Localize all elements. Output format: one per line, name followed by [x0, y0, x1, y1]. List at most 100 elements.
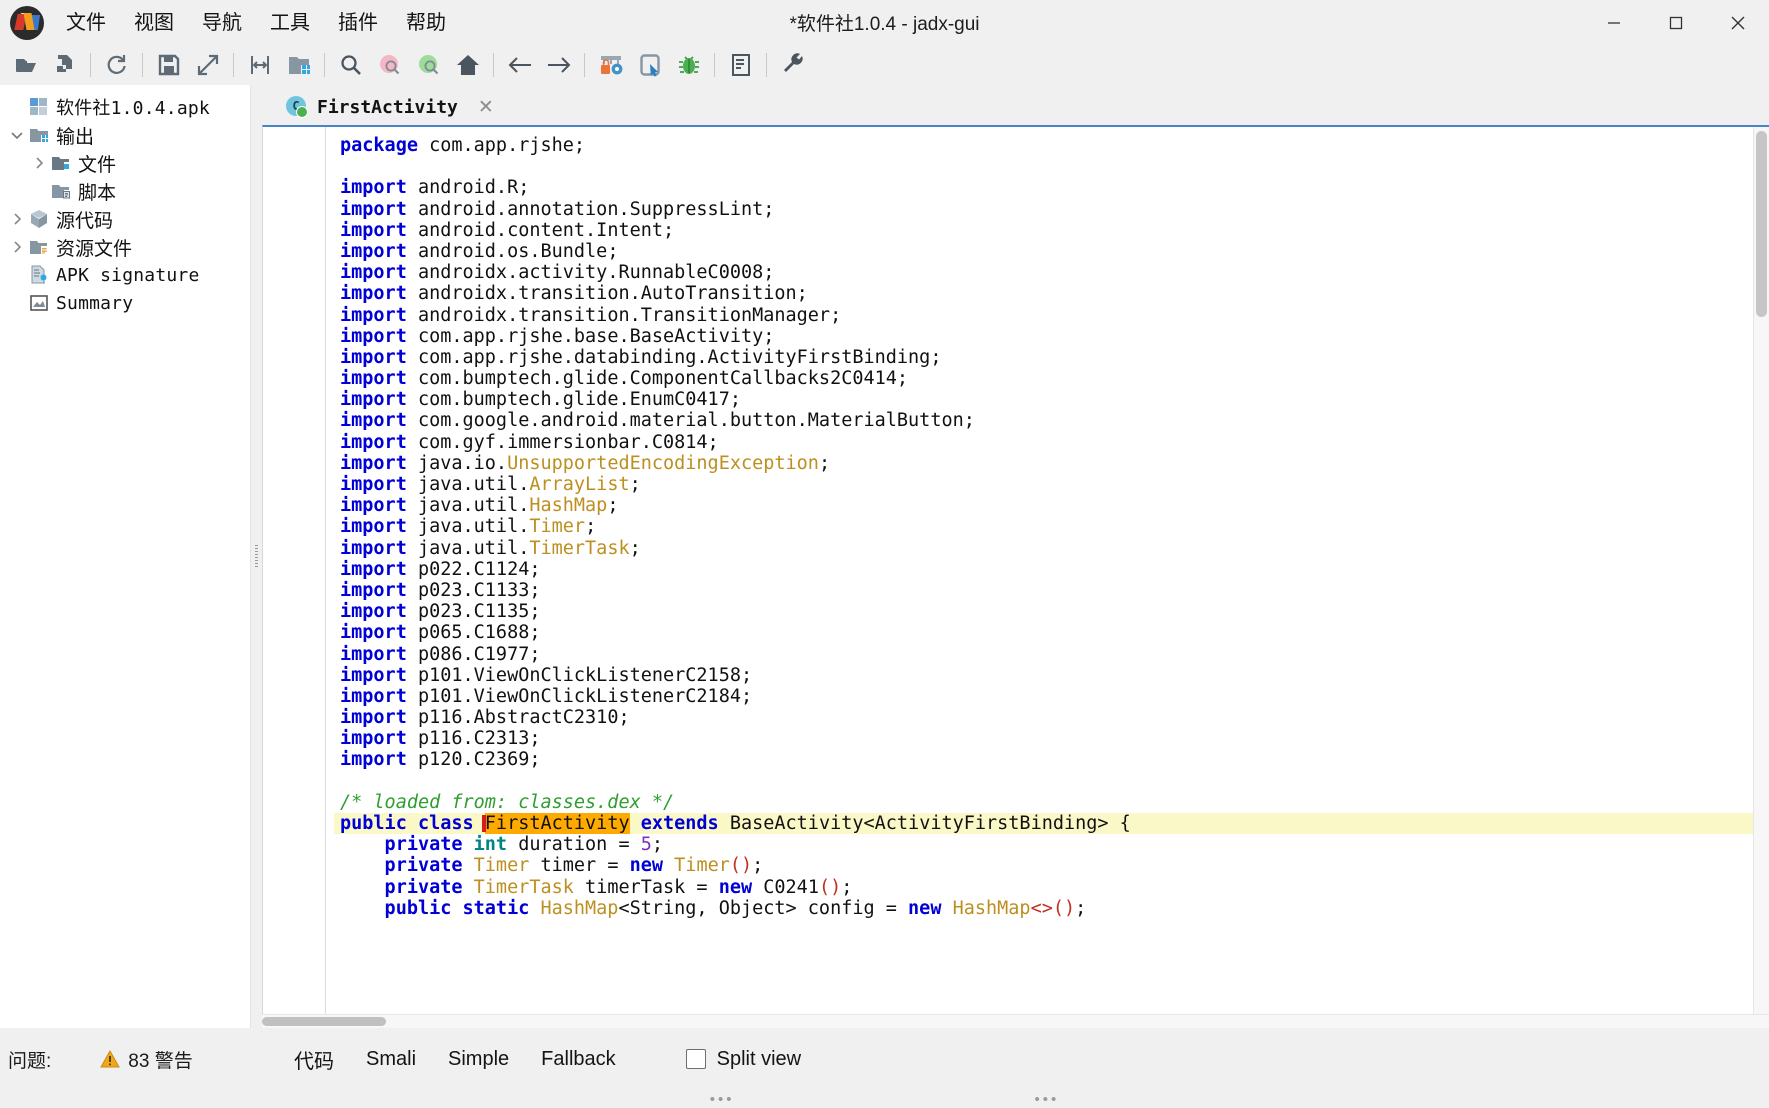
folder-blue-icon[interactable]: [280, 48, 317, 82]
code-token: import: [340, 410, 418, 432]
device-cursor-icon[interactable]: [631, 48, 668, 82]
toolbar-separator: [714, 53, 715, 77]
tab-fallback[interactable]: Fallback: [525, 1042, 631, 1077]
code-token: import: [340, 325, 418, 347]
code-token: HashMap: [529, 495, 608, 517]
menu-view[interactable]: 视图: [120, 9, 188, 37]
export-icon[interactable]: [189, 48, 226, 82]
tree-item-label: 软件社1.0.4.apk: [56, 98, 210, 119]
tree-item-apk-root[interactable]: 软件社1.0.4.apk: [0, 93, 250, 121]
code-token: ;: [818, 452, 831, 474]
code-line: import com.app.rjshe.base.BaseActivity;: [334, 326, 1769, 347]
code-token: ;: [585, 516, 597, 538]
code-line: import p086.C1977;: [334, 644, 1769, 665]
tab-code[interactable]: 代码: [278, 1039, 350, 1080]
code-vertical-scrollbar[interactable]: [1753, 127, 1769, 1014]
scrollbar-thumb-horizontal[interactable]: [262, 1017, 386, 1026]
sidebar-splitter[interactable]: [251, 85, 262, 1028]
code-token: com.bumptech.glide.EnumC0417;: [417, 389, 741, 411]
arrow-left-icon[interactable]: [501, 48, 538, 82]
code-token: p101.ViewOnClickListenerC2158;: [417, 664, 753, 686]
code-token: p023.C1135;: [417, 601, 541, 623]
code-token: private: [340, 876, 474, 898]
code-token: com.bumptech.glide.ComponentCallbacks2C0…: [417, 368, 909, 390]
grip-dots-right: •••: [1034, 1090, 1060, 1108]
chevron-right-icon[interactable]: [6, 211, 28, 227]
chevron-right-icon[interactable]: [6, 239, 28, 255]
editor-tab-firstactivity[interactable]: C FirstActivity ✕: [274, 89, 508, 125]
code-token: import: [340, 749, 418, 771]
menu-file[interactable]: 文件: [52, 9, 120, 37]
code-text[interactable]: package com.app.rjshe; import android.R;…: [326, 127, 1769, 1014]
lock-gear-icon[interactable]: [592, 48, 629, 82]
code-line: import java.util.HashMap;: [334, 495, 1769, 516]
split-view-checkbox[interactable]: [685, 1049, 706, 1069]
code-line: import p120.C2369;: [334, 749, 1769, 770]
code-token: androidx.transition.AutoTransition;: [417, 283, 808, 305]
menu-navigation[interactable]: 导航: [188, 9, 256, 37]
folder-files-icon: [50, 153, 72, 173]
chevron-down-icon[interactable]: [6, 127, 28, 143]
code-viewer[interactable]: package com.app.rjshe; import android.R;…: [262, 125, 1769, 1014]
code-line: public class FirstActivity extends BaseA…: [334, 813, 1769, 835]
code-token: private: [340, 855, 474, 877]
code-token: ;: [1075, 897, 1087, 919]
tree-item-files[interactable]: 文件: [0, 149, 250, 177]
tree-item-apk-signature[interactable]: APK signature: [0, 261, 250, 289]
toolbar-separator: [584, 53, 585, 77]
tree-item-source-code[interactable]: 源代码: [0, 205, 250, 233]
code-token: android.R;: [417, 177, 530, 199]
file-add-icon[interactable]: [46, 48, 83, 82]
maximize-button[interactable]: [1645, 0, 1707, 45]
tree-item-label: 文件: [78, 154, 117, 176]
tree-item-scripts[interactable]: 脚本: [0, 177, 250, 205]
minimize-button[interactable]: [1583, 0, 1645, 45]
warnings-indicator[interactable]: 83 警告: [99, 1046, 193, 1073]
scrollbar-thumb[interactable]: [1756, 131, 1767, 317]
tree-item-output[interactable]: 输出: [0, 121, 250, 149]
menu-help[interactable]: 帮助: [392, 9, 460, 37]
code-line: import p023.C1135;: [334, 601, 1769, 622]
folder-scripts-icon: [50, 181, 72, 201]
code-line: import p101.ViewOnClickListenerC2158;: [334, 665, 1769, 686]
problems-label: 问题:: [8, 1050, 52, 1072]
home-icon[interactable]: [449, 48, 486, 82]
menu-plugins[interactable]: 插件: [324, 9, 392, 37]
close-button[interactable]: [1707, 0, 1769, 45]
code-token: TimerTask: [529, 537, 630, 559]
code-token: timerTask =: [573, 876, 719, 898]
search-pink-icon[interactable]: [371, 48, 408, 82]
sync-arrows-icon[interactable]: [241, 48, 278, 82]
code-token: import: [340, 707, 418, 729]
open-folder-icon[interactable]: [7, 48, 44, 82]
tab-smali[interactable]: Smali: [350, 1042, 432, 1077]
arrow-right-icon[interactable]: [540, 48, 577, 82]
code-line: import androidx.transition.TransitionMan…: [334, 305, 1769, 326]
project-tree[interactable]: 软件社1.0.4.apk 输出 文件 脚本 源代码 资源文件 APK signa…: [0, 85, 251, 1028]
search-icon[interactable]: [332, 48, 369, 82]
tree-item-resources[interactable]: 资源文件: [0, 233, 250, 261]
code-token: androidx.activity.RunnableC0008;: [417, 262, 775, 284]
code-token: BaseActivity<ActivityFirstBinding>: [729, 813, 1120, 834]
code-token: HashMap: [540, 897, 619, 919]
tab-simple[interactable]: Simple: [432, 1042, 525, 1077]
tree-item-label: 输出: [56, 126, 95, 148]
chevron-right-icon[interactable]: [28, 155, 50, 171]
menu-bar: 文件 视图 导航 工具 插件 帮助: [52, 0, 460, 45]
log-viewer-icon[interactable]: [722, 48, 759, 82]
wrench-icon[interactable]: [774, 48, 811, 82]
package-icon: [28, 209, 50, 229]
split-view-toggle[interactable]: Split view: [685, 1048, 801, 1071]
code-horizontal-scrollbar[interactable]: [262, 1014, 1769, 1028]
bug-icon[interactable]: [670, 48, 707, 82]
save-icon[interactable]: [150, 48, 187, 82]
tree-item-label: Summary: [56, 292, 134, 314]
reload-icon[interactable]: [98, 48, 135, 82]
code-token: /* loaded from: classes.dex */: [340, 791, 675, 813]
tree-item-summary[interactable]: Summary: [0, 289, 250, 317]
search-green-icon[interactable]: [410, 48, 447, 82]
code-token: new: [629, 855, 675, 877]
code-token: import: [340, 537, 418, 559]
close-tab-icon[interactable]: ✕: [474, 96, 498, 119]
menu-tools[interactable]: 工具: [256, 9, 324, 37]
